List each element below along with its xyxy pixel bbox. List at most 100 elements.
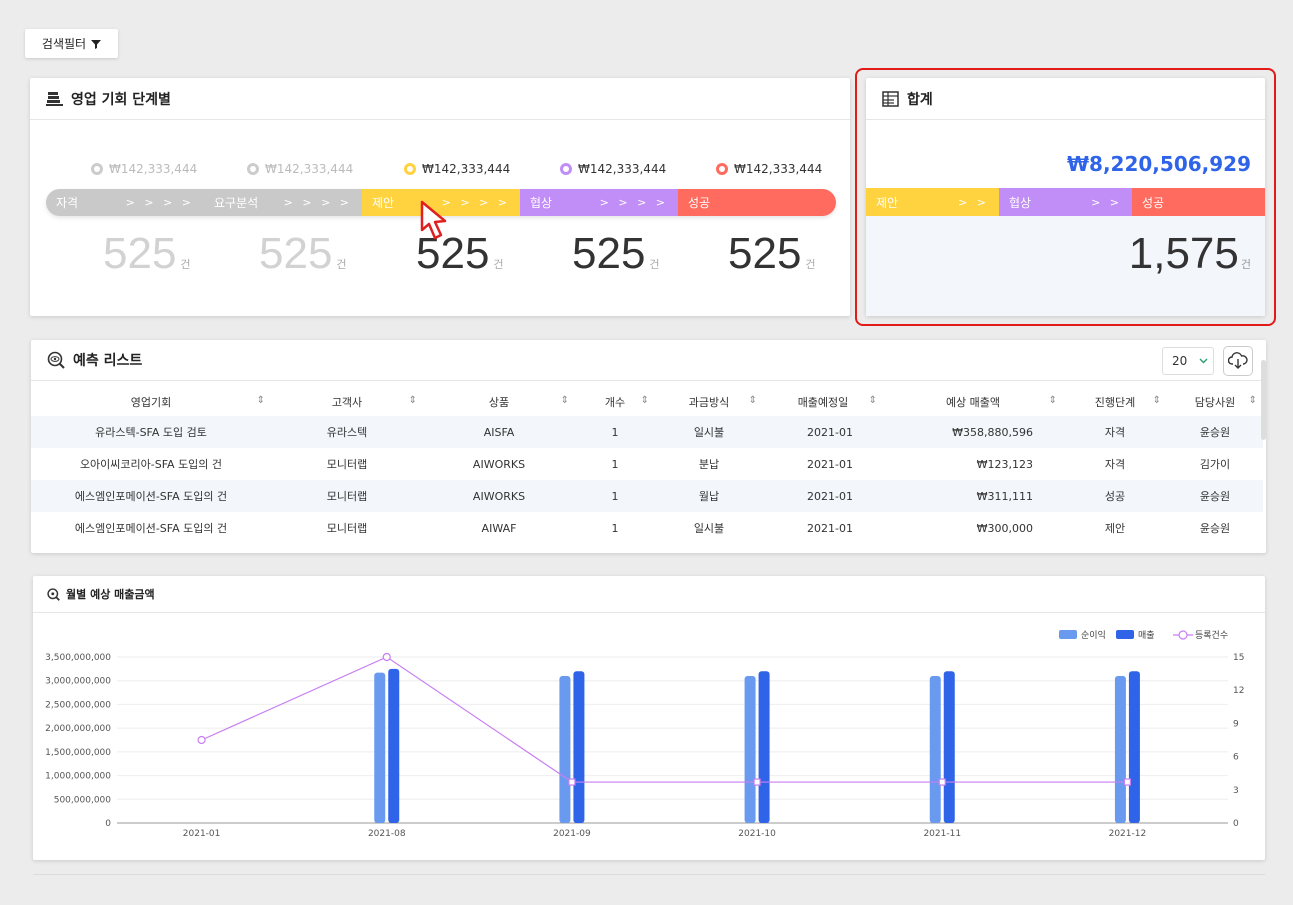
sort-icon[interactable]: ⇕ (1049, 395, 1057, 406)
chart-panel-title: 월별 예상 매출금액 (66, 588, 155, 601)
x-tick-label: 2021-11 (923, 829, 961, 839)
y-right-tick-label: 9 (1233, 719, 1239, 729)
table-row[interactable]: 에스엠인포메이션-SFA 도입의 건 모니터랩 AIWAF 1 일시불 2021-01 ₩3… (31, 512, 1263, 544)
column-header[interactable]: 진행단계 ⇕ (1063, 388, 1167, 416)
table-cell: AIWORKS (423, 480, 575, 512)
column-header[interactable]: 개수 ⇕ (575, 388, 655, 416)
column-header-label: 영업기회 (130, 396, 172, 409)
table-scrollbar[interactable] (1261, 360, 1266, 440)
y-left-tick-label: 1,000,000,000 (45, 772, 111, 782)
download-button[interactable] (1223, 346, 1253, 376)
table-cell: 제안 (1104, 522, 1126, 535)
pipeline-stage[interactable]: 자격 > > > > (46, 189, 204, 216)
column-header[interactable]: 담당사원 ⇕ (1167, 388, 1263, 416)
pipeline-stage[interactable]: 협상 > > > > (520, 189, 678, 216)
table-cell: 유라스텍-SFA 도입 검토 (31, 416, 271, 448)
sort-icon[interactable]: ⇕ (749, 395, 757, 406)
table-cell: 모니터랩 (326, 522, 368, 535)
table-cell: 2021-01 (763, 416, 883, 448)
bar-매출[interactable] (758, 671, 770, 823)
column-header[interactable]: 과금방식 ⇕ (655, 388, 763, 416)
bar-매출[interactable] (943, 671, 955, 823)
bar-매출[interactable] (573, 671, 585, 823)
table-cell: 윤승원 (1199, 522, 1231, 535)
stage-amount-value: ₩142,333,444 (109, 162, 198, 176)
table-cell: 2021-01 (807, 457, 853, 471)
line-등록건수 (201, 656, 1128, 783)
sort-icon[interactable]: ⇕ (1249, 395, 1257, 406)
stage-count-value: 525 (103, 229, 177, 278)
total-pipeline-stage[interactable]: 협상 > > (999, 188, 1132, 216)
sort-icon[interactable]: ⇕ (257, 395, 265, 406)
column-header[interactable]: 상품 ⇕ (423, 388, 575, 416)
column-header-label: 개수 (604, 396, 626, 409)
table-cell: 모니터랩 (271, 480, 423, 512)
line-point[interactable] (197, 735, 206, 745)
bar-순이익[interactable] (374, 672, 386, 823)
line-point[interactable] (938, 778, 946, 786)
y-right-tick-label: 3 (1233, 786, 1239, 796)
table-row[interactable]: 유라스텍-SFA 도입 검토 유라스텍 AISFA 1 일시불 2021-01 ₩358,8… (31, 416, 1263, 448)
stage-amounts: ₩142,333,444 ₩142,333,444 ₩142,333,444 ₩142… (30, 162, 850, 178)
legend-swatch (1116, 630, 1134, 639)
stage-count: 525 건 (572, 228, 660, 280)
pipeline-stage[interactable]: 요구분석 > > > > (204, 189, 362, 216)
stage-count-unit: 건 (649, 258, 660, 271)
column-header-label: 예상 매출액 (945, 396, 1001, 409)
total-panel-header: 합계 (866, 78, 1265, 120)
sort-icon[interactable]: ⇕ (1153, 395, 1161, 406)
y-right-tick-label: 0 (1233, 819, 1239, 829)
stage-panel-title: 영업 기회 단계별 (71, 91, 171, 108)
column-header[interactable]: 예상 매출액 ⇕ (883, 388, 1063, 416)
status-ring-icon (560, 163, 572, 175)
pipeline-arrows: > > (1091, 195, 1122, 209)
y-left-tick-label: 2,500,000,000 (45, 700, 111, 710)
total-pipeline-label: 성공 (1142, 195, 1165, 210)
pipeline-stage-label: 성공 (688, 196, 711, 210)
bar-순이익[interactable] (1114, 675, 1126, 823)
pipeline-stage[interactable]: 성공 (678, 189, 836, 216)
total-count-unit: 건 (1240, 258, 1251, 271)
stage-amount: ₩142,333,444 (404, 162, 510, 176)
total-pipeline-stage[interactable]: 제안 > > (866, 188, 999, 216)
sort-icon[interactable]: ⇕ (869, 395, 877, 406)
status-ring-icon (247, 163, 259, 175)
table-row[interactable]: 오아이씨코리아-SFA 도입의 건 모니터랩 AIWORKS 1 분납 2021-01 ₩1… (31, 448, 1263, 480)
forecast-list-title: 예측 리스트 (73, 353, 143, 369)
bar-매출[interactable] (1128, 671, 1140, 823)
status-ring-icon (716, 163, 728, 175)
table-cell: 분납 (698, 458, 720, 471)
bottom-divider (33, 874, 1265, 875)
bar-순이익[interactable] (929, 675, 941, 823)
line-point[interactable] (1123, 778, 1132, 786)
bar-순이익[interactable] (559, 675, 571, 823)
table-cell: AIWAF (481, 521, 517, 535)
status-ring-icon (404, 163, 416, 175)
table-cell: 월납 (655, 480, 763, 512)
column-header[interactable]: 매출예정일 ⇕ (763, 388, 883, 416)
line-point[interactable] (382, 652, 391, 662)
bar-순이익[interactable] (744, 675, 756, 823)
y-left-tick-label: 500,000,000 (54, 795, 112, 805)
bar-매출[interactable] (388, 668, 400, 823)
table-cell: 에스엠인포메이션-SFA 도입의 건 (31, 480, 271, 512)
table-cell: 일시불 (655, 416, 763, 448)
sort-icon[interactable]: ⇕ (561, 395, 569, 406)
table-cell: 김가이 (1199, 458, 1231, 471)
search-eye-icon (47, 587, 60, 601)
stage-amount: ₩142,333,444 (91, 162, 197, 176)
search-filter-button[interactable]: 검색필터 (25, 29, 118, 58)
stage-amount: ₩142,333,444 (247, 162, 353, 176)
column-header[interactable]: 고객사 ⇕ (271, 388, 423, 416)
table-row[interactable]: 에스엠인포메이션-SFA 도입의 건 모니터랩 AIWORKS 1 월납 2021-01 ₩… (31, 480, 1263, 512)
page-size-select[interactable]: 20 (1162, 347, 1214, 375)
line-point[interactable] (568, 778, 576, 786)
column-header-label: 매출예정일 (797, 396, 849, 409)
column-header[interactable]: 영업기회 ⇕ (31, 388, 271, 416)
total-pipeline-stage[interactable]: 성공 (1132, 188, 1265, 216)
pipeline-stage-label: 요구분석 (214, 196, 259, 210)
sort-icon[interactable]: ⇕ (409, 395, 417, 406)
total-pipeline: 제안 > > 협상 > > 성공 (866, 188, 1265, 216)
sort-icon[interactable]: ⇕ (641, 395, 649, 406)
line-point[interactable] (753, 778, 761, 786)
